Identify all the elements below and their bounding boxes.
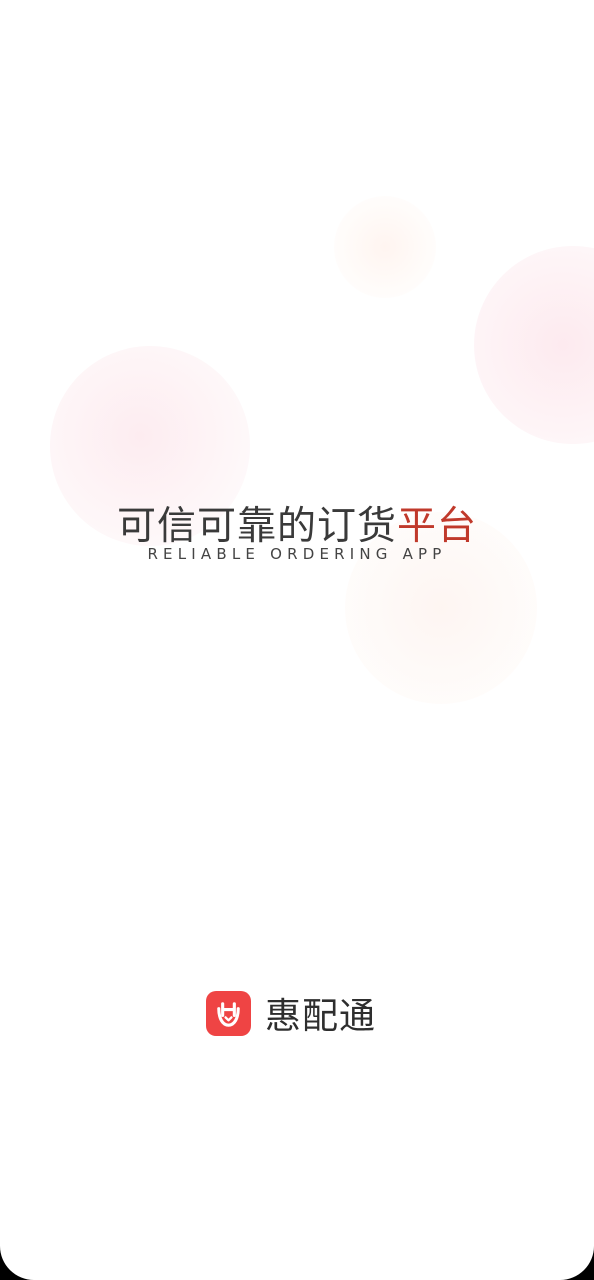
slogan-accent: 平台: [397, 504, 478, 549]
brand-name: 惠配通: [265, 996, 377, 1037]
brand: 惠配通: [206, 990, 377, 1037]
decorative-bubble: [334, 196, 436, 298]
slogan: 可信可靠的订货平台: [0, 495, 594, 551]
decorative-bubble: [474, 246, 594, 444]
hui-pei-tong-logo-icon: [206, 990, 251, 1036]
slogan-subtitle: RELIABLE ORDERING APP: [147, 545, 447, 563]
splash-screen: 可信可靠的订货平台 RELIABLE ORDERING APP 惠配通: [0, 0, 594, 1280]
slogan-main: 可信可靠的订货: [116, 504, 397, 549]
